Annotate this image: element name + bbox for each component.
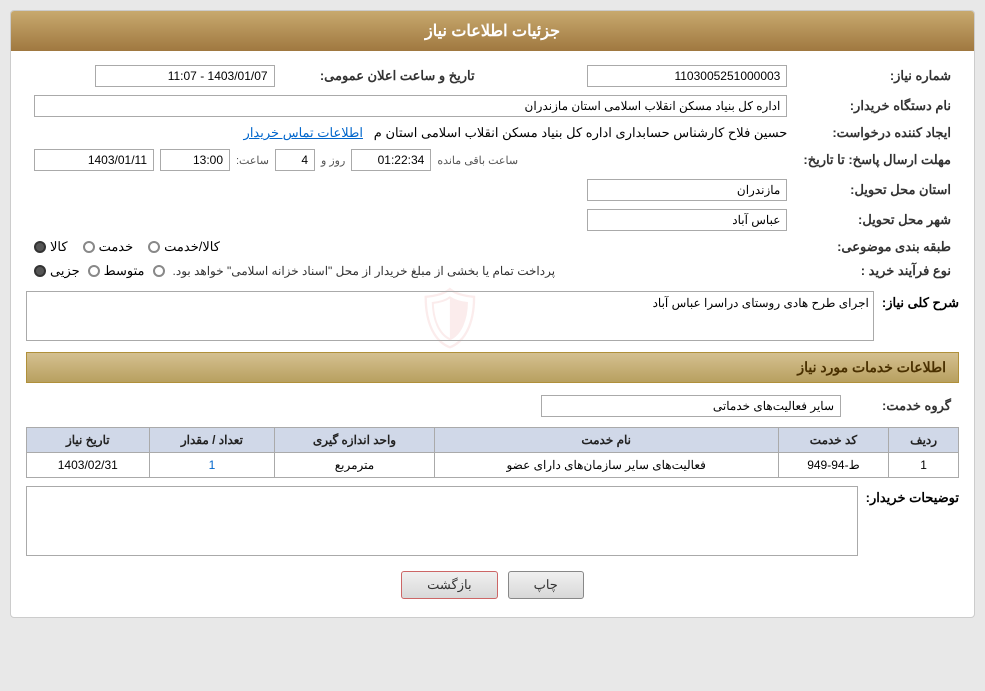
page-title: جزئیات اطلاعات نیاز — [11, 11, 974, 51]
services-table-header-row: ردیف کد خدمت نام خدمت واحد اندازه گیری ت… — [27, 428, 959, 453]
deadline-value: ساعت باقی مانده روز و ساعت: — [26, 145, 795, 175]
description-container: 🛡 اجرای طرح هادی روستای دراسرا عباس آباد — [26, 291, 874, 344]
deadline-time-label: ساعت: — [236, 154, 269, 167]
buyer-org-input[interactable] — [34, 95, 787, 117]
buyer-notes-label: توضیحات خریدار: — [866, 486, 959, 506]
col-name: نام خدمت — [434, 428, 778, 453]
province-value — [26, 175, 795, 205]
deadline-date-input[interactable] — [34, 149, 154, 171]
category-option-khadamat[interactable]: خدمت — [83, 239, 134, 255]
card-body: شماره نیاز: تاریخ و ساعت اعلان عمومی: نا… — [11, 51, 974, 617]
row-need-number: شماره نیاز: تاریخ و ساعت اعلان عمومی: — [26, 61, 959, 91]
deadline-days-label: روز و — [321, 154, 345, 167]
info-table: شماره نیاز: تاریخ و ساعت اعلان عمومی: نا… — [26, 61, 959, 283]
row-creator: ایجاد کننده درخواست: حسین فلاح کارشناس ح… — [26, 121, 959, 145]
description-section: شرح کلی نیاز: 🛡 اجرای طرح هادی روستای در… — [26, 291, 959, 344]
row-province: استان محل تحویل: — [26, 175, 959, 205]
category-options: کالا/خدمت خدمت کالا — [26, 235, 795, 259]
announce-date-value — [26, 61, 283, 91]
radio-esnad-icon — [153, 265, 165, 277]
buyer-notes-section: توضیحات خریدار: — [26, 486, 959, 559]
creator-contact-link[interactable]: اطلاعات تماس خریدار — [244, 125, 363, 140]
radio-kala-khadamat-icon — [148, 241, 160, 253]
table-row: 1ط-94-949فعالیت‌های سایر سازمان‌های دارا… — [27, 453, 959, 478]
services-table-head: ردیف کد خدمت نام خدمت واحد اندازه گیری ت… — [27, 428, 959, 453]
col-date: تاریخ نیاز — [27, 428, 150, 453]
service-group-table: گروه خدمت: — [26, 391, 959, 421]
buyer-notes-container — [26, 486, 858, 559]
province-label: استان محل تحویل: — [795, 175, 959, 205]
province-input[interactable] — [587, 179, 787, 201]
row-process: نوع فرآیند خرید : پرداخت تمام یا بخشی از… — [26, 259, 959, 283]
buyer-org-label: نام دستگاه خریدار: — [795, 91, 959, 121]
print-button[interactable]: چاپ — [508, 571, 584, 599]
deadline-remaining-label: ساعت باقی مانده — [437, 154, 518, 167]
services-section-header: اطلاعات خدمات مورد نیاز — [26, 352, 959, 383]
deadline-days-input[interactable] — [275, 149, 315, 171]
deadline-remaining-input[interactable] — [351, 149, 431, 171]
row-deadline: مهلت ارسال پاسخ: تا تاریخ: ساعت باقی مان… — [26, 145, 959, 175]
service-group-label: گروه خدمت: — [849, 391, 959, 421]
row-service-group: گروه خدمت: — [26, 391, 959, 421]
announce-date-input[interactable] — [95, 65, 275, 87]
buyer-notes-textarea[interactable] — [26, 486, 858, 556]
process-option-jozi[interactable]: جزیی — [34, 263, 80, 279]
city-input[interactable] — [587, 209, 787, 231]
process-label: نوع فرآیند خرید : — [795, 259, 959, 283]
col-row: ردیف — [889, 428, 959, 453]
process-options: پرداخت تمام یا بخشی از مبلغ خریدار از مح… — [26, 259, 795, 283]
category-option-kala-khadamat[interactable]: کالا/خدمت — [148, 239, 220, 255]
service-group-value — [26, 391, 849, 421]
button-row: چاپ بازگشت — [26, 571, 959, 599]
radio-khadamat-icon — [83, 241, 95, 253]
services-table-body: 1ط-94-949فعالیت‌های سایر سازمان‌های دارا… — [27, 453, 959, 478]
row-category: طبقه بندی موضوعی: کالا/خدمت خدمت — [26, 235, 959, 259]
description-label: شرح کلی نیاز: — [882, 291, 959, 311]
main-card: جزئیات اطلاعات نیاز شماره نیاز: تاریخ و … — [10, 10, 975, 618]
col-unit: واحد اندازه گیری — [275, 428, 434, 453]
category-option-kala[interactable]: کالا — [34, 239, 68, 255]
announce-date-label: تاریخ و ساعت اعلان عمومی: — [283, 61, 483, 91]
buyer-org-value — [26, 91, 795, 121]
city-value — [26, 205, 795, 235]
creator-label: ایجاد کننده درخواست: — [795, 121, 959, 145]
radio-kala-icon — [34, 241, 46, 253]
category-label: طبقه بندی موضوعی: — [795, 235, 959, 259]
need-number-label: شماره نیاز: — [795, 61, 959, 91]
radio-motavasset-icon — [88, 265, 100, 277]
service-group-input[interactable] — [541, 395, 841, 417]
col-qty: تعداد / مقدار — [149, 428, 275, 453]
need-number-value — [513, 61, 796, 91]
services-data-table: ردیف کد خدمت نام خدمت واحد اندازه گیری ت… — [26, 427, 959, 478]
description-textarea[interactable]: اجرای طرح هادی روستای دراسرا عباس آباد — [26, 291, 874, 341]
creator-value: حسین فلاح کارشناس حسابداری اداره کل بنیا… — [26, 121, 795, 145]
deadline-label: مهلت ارسال پاسخ: تا تاریخ: — [795, 145, 959, 175]
page-wrapper: جزئیات اطلاعات نیاز شماره نیاز: تاریخ و … — [0, 0, 985, 691]
deadline-time-input[interactable] — [160, 149, 230, 171]
need-number-input[interactable] — [587, 65, 787, 87]
city-label: شهر محل تحویل: — [795, 205, 959, 235]
row-city: شهر محل تحویل: — [26, 205, 959, 235]
radio-jozi-icon — [34, 265, 46, 277]
back-button[interactable]: بازگشت — [401, 571, 497, 599]
process-option-motavasset[interactable]: متوسط — [88, 263, 145, 279]
row-buyer-org: نام دستگاه خریدار: — [26, 91, 959, 121]
process-option-esnad[interactable] — [153, 265, 165, 277]
process-note: پرداخت تمام یا بخشی از مبلغ خریدار از مح… — [173, 264, 556, 278]
col-code: کد خدمت — [778, 428, 888, 453]
